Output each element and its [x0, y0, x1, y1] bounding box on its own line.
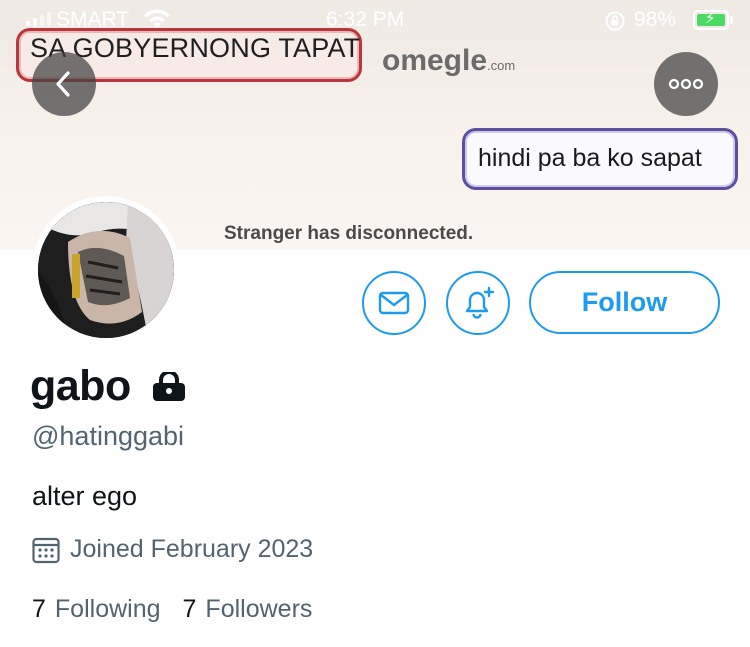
- follow-button[interactable]: Follow: [529, 271, 720, 334]
- follow-counts: 7 Following 7 Followers: [32, 595, 312, 624]
- mail-icon: [378, 291, 410, 315]
- wifi-icon: [142, 8, 172, 36]
- battery-icon: [693, 9, 729, 30]
- following-label: Following: [54, 595, 161, 623]
- following-count: 7: [32, 595, 46, 623]
- profile-bio: alter ego: [32, 481, 138, 511]
- clock: 6:32 PM: [326, 8, 405, 31]
- avatar[interactable]: [32, 196, 180, 344]
- rotation-lock-icon: [604, 10, 626, 38]
- followers-label: Followers: [205, 595, 313, 623]
- joined-date: Joined February 2023: [70, 535, 314, 563]
- disconnect-notice: Stranger has disconnected.: [224, 223, 474, 244]
- back-button[interactable]: [32, 52, 96, 116]
- status-bar: SMART 6:32 PM 98%: [0, 0, 750, 40]
- calendar-icon: [32, 536, 60, 569]
- lock-icon: [152, 370, 186, 407]
- profile-handle: @hatinggabi: [32, 421, 185, 451]
- omegle-logo: omegle.com: [382, 44, 515, 78]
- more-button[interactable]: [654, 52, 718, 116]
- following-link[interactable]: 7 Following: [32, 595, 161, 624]
- avatar-image: [38, 202, 174, 338]
- more-icon: [668, 78, 704, 90]
- message-button[interactable]: [362, 271, 426, 335]
- notifications-button[interactable]: [446, 271, 510, 335]
- omegle-logo-word: omegle: [382, 44, 488, 77]
- carrier-name: SMART: [56, 8, 130, 31]
- signal-icon: [26, 12, 51, 26]
- display-name: gabo: [30, 362, 131, 410]
- back-arrow-icon: [56, 71, 70, 97]
- omegle-logo-suffix: .com: [487, 58, 516, 73]
- chat-bubble-text: hindi pa ba ko sapat: [478, 144, 702, 172]
- followers-link[interactable]: 7 Followers: [183, 595, 313, 624]
- battery-percent: 98%: [634, 8, 677, 31]
- battery-nub: [730, 16, 733, 24]
- bell-plus-icon: [465, 286, 495, 319]
- followers-count: 7: [182, 595, 197, 623]
